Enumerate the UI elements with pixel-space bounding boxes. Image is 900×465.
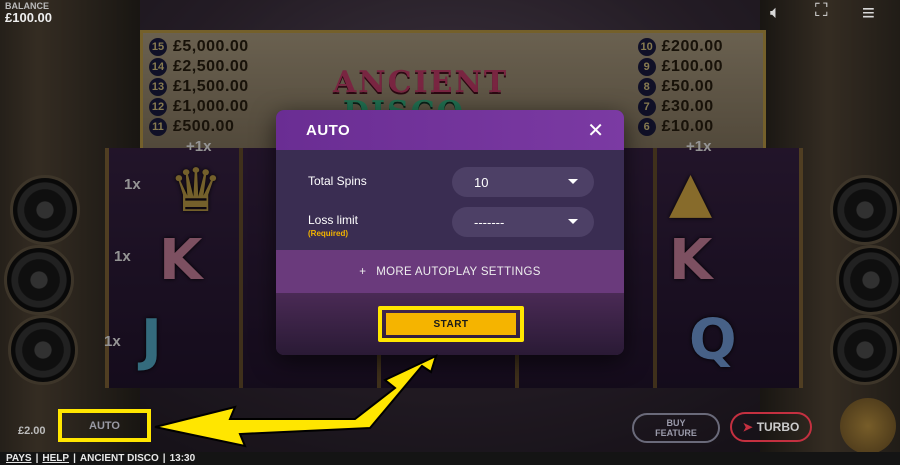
help-link[interactable]: HELP — [42, 453, 69, 464]
clock: 13:30 — [169, 453, 196, 464]
game-name: ANCIENT DISCO — [79, 453, 159, 464]
arrow-to-auto — [154, 354, 438, 448]
bottom-bar: PAYS | HELP | ANCIENT DISCO | 13:30 — [0, 452, 900, 465]
annotation-arrows — [154, 354, 438, 448]
pays-link[interactable]: PAYS — [6, 453, 32, 464]
